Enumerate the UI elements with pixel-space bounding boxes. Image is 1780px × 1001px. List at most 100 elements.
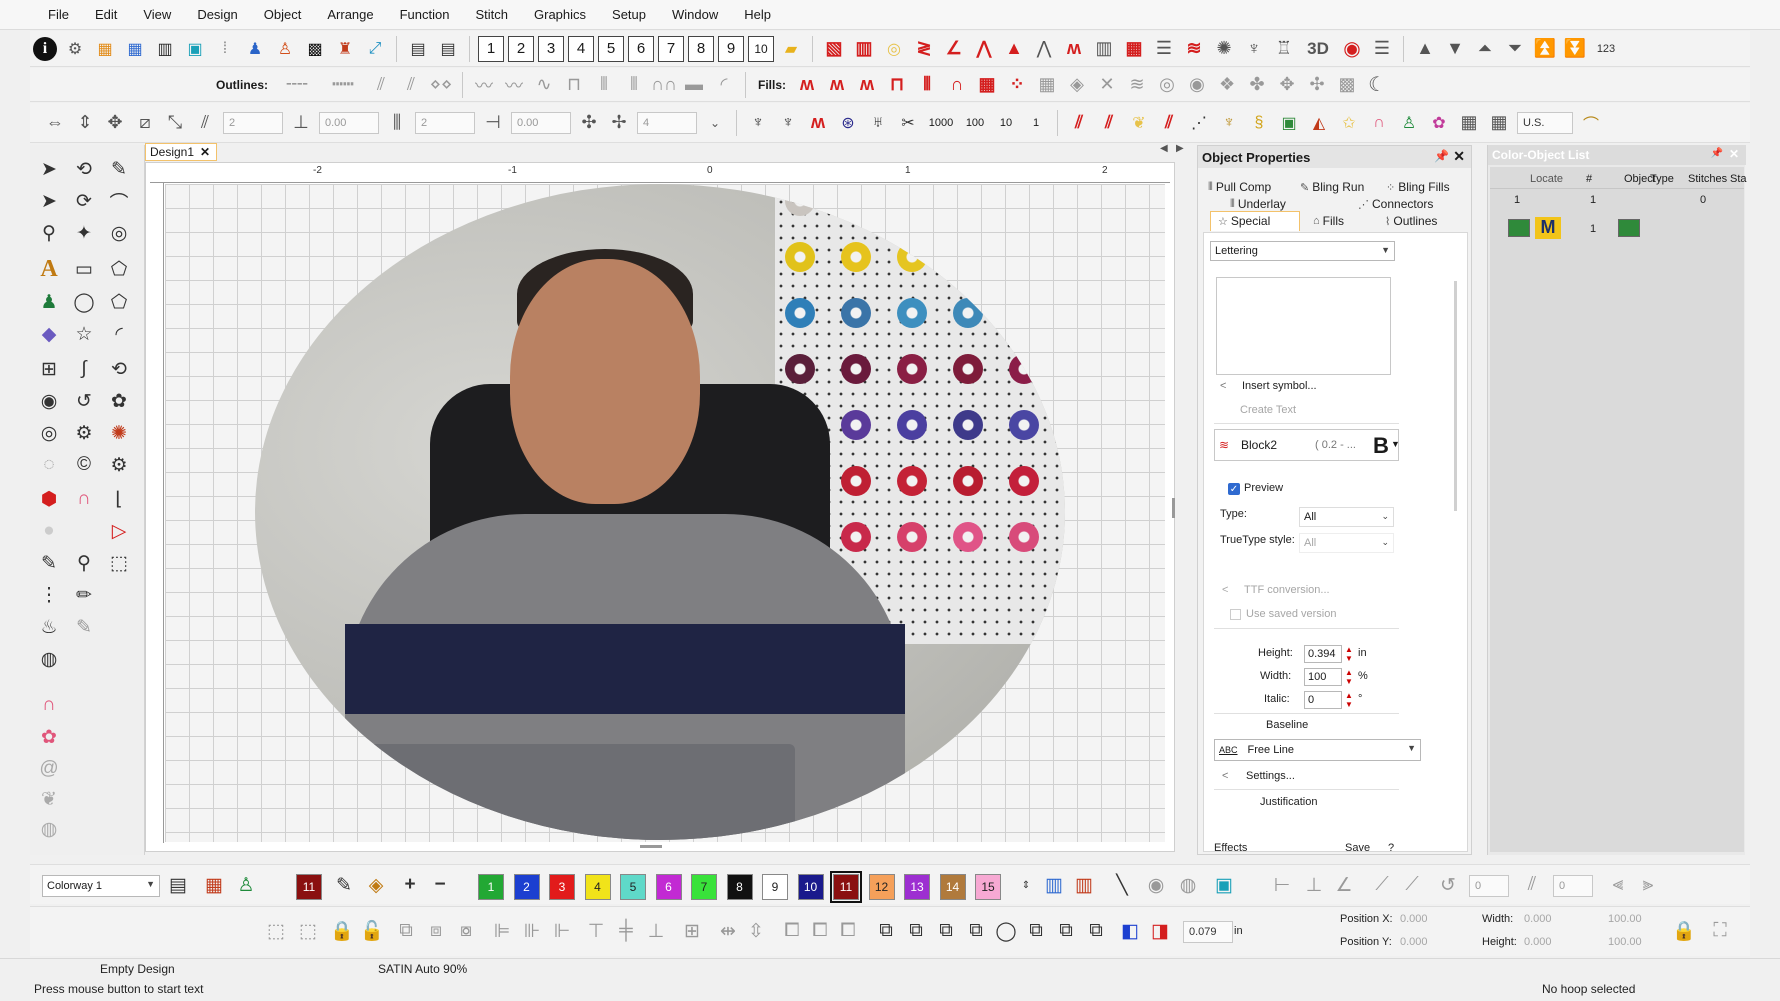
stitch-peak-icon[interactable]: ⋀: [972, 37, 996, 61]
fill-pattern3-icon[interactable]: ✥: [1275, 73, 1299, 97]
fill-comb-icon[interactable]: ⊓: [885, 73, 909, 97]
fill-waves-icon[interactable]: ≋: [1125, 73, 1149, 97]
tab-scroll-right-icon[interactable]: ▶: [1176, 143, 1184, 154]
ball-icon[interactable]: ●: [35, 517, 63, 545]
hoop-display-icon[interactable]: ▣: [1210, 871, 1238, 899]
font-select[interactable]: ≋ Block2 ( 0.2 - ... B ▼: [1214, 429, 1400, 461]
view-7-button[interactable]: 7: [658, 35, 684, 62]
outline-loop-icon[interactable]: ∩∩: [651, 73, 677, 97]
settings-icon[interactable]: ⚙: [63, 37, 87, 61]
slant-icon[interactable]: ⫽: [193, 111, 217, 135]
circle-dotted-icon[interactable]: ◌: [35, 451, 63, 479]
stitch-peak2-icon[interactable]: ▲: [1002, 37, 1026, 61]
close-panel-icon[interactable]: ✕: [1729, 147, 1739, 161]
bottle-icon[interactable]: ♨: [35, 613, 63, 641]
outline-bars-icon[interactable]: ⦀: [592, 73, 616, 97]
info-icon[interactable]: i: [33, 36, 57, 61]
row-spacing-field[interactable]: 0.00: [511, 111, 571, 134]
loop-icon[interactable]: ↺: [70, 387, 98, 415]
outline-wave3-icon[interactable]: ∿: [532, 73, 556, 97]
spiral-icon[interactable]: ⟲: [105, 355, 133, 383]
close-tab-icon[interactable]: ✕: [200, 145, 210, 159]
height-input[interactable]: 0.394: [1304, 645, 1342, 663]
fill-target-icon[interactable]: ◉: [1185, 73, 1209, 97]
horseshoe-tool-icon[interactable]: ∩: [70, 485, 98, 513]
fill-pattern2-icon[interactable]: ✤: [1245, 73, 1269, 97]
menu-stitch[interactable]: Stitch: [475, 7, 508, 22]
ungroup-icon[interactable]: ⧉: [392, 917, 420, 945]
sheet-icon[interactable]: ▤: [406, 37, 430, 61]
skew-icon[interactable]: ⧄: [133, 111, 157, 135]
width-spinner-icon[interactable]: ▲ ▼: [1344, 668, 1354, 686]
outline-arc-icon[interactable]: ◜: [712, 73, 736, 97]
palette-bars-icon[interactable]: ▤: [164, 871, 192, 899]
view-3d-button[interactable]: 3D: [1302, 37, 1334, 61]
stitch-feather-icon[interactable]: ≋: [1182, 37, 1206, 61]
transform-icon[interactable]: ⤢: [363, 37, 387, 61]
brush-icon[interactable]: ✎: [70, 613, 98, 641]
align-bottom-icon[interactable]: ⊥: [642, 917, 670, 945]
thread-chart-icon[interactable]: ▦: [200, 871, 228, 899]
thread-sort-icon[interactable]: ▥: [1070, 871, 1098, 899]
angle-tool-icon[interactable]: ∠: [1330, 871, 1358, 899]
fill-pattern4-icon[interactable]: ✣: [1305, 73, 1329, 97]
use-saved-version-checkbox[interactable]: [1230, 609, 1241, 620]
create-text-button[interactable]: Create Text: [1240, 404, 1296, 416]
measure-icon[interactable]: ⊥: [1300, 871, 1328, 899]
align-middle-icon[interactable]: ╪: [612, 917, 640, 945]
mirror-h-icon[interactable]: ⇔: [43, 111, 67, 135]
outline-wave-icon[interactable]: 〰: [472, 73, 496, 97]
thread-icon[interactable]: ⊛: [836, 111, 860, 135]
view-10-button[interactable]: 10: [748, 35, 774, 62]
ellipse-tool-icon[interactable]: ◎: [105, 219, 133, 247]
column-locate[interactable]: Locate: [1530, 173, 1563, 185]
thread-swatch-9[interactable]: 9: [762, 874, 788, 900]
view-5-button[interactable]: 5: [598, 35, 624, 62]
menu-window[interactable]: Window: [672, 7, 718, 22]
arrow-down2-icon[interactable]: ⏷: [1503, 37, 1527, 61]
height-percent[interactable]: 100.00: [1608, 936, 1642, 948]
center-icon[interactable]: ⊞: [678, 917, 706, 945]
step-100-button[interactable]: 100: [962, 111, 988, 135]
color-sequence-icon[interactable]: ◧: [1116, 917, 1144, 945]
arrow-bottom-icon[interactable]: ⏬: [1563, 37, 1587, 61]
text-tool-icon[interactable]: A: [35, 255, 63, 283]
column-type[interactable]: Type: [1650, 173, 1674, 185]
wand2-icon[interactable]: ⟋: [1398, 871, 1426, 899]
spacing-field[interactable]: 0.00: [319, 111, 379, 134]
shape-merge-icon[interactable]: ⧉: [872, 917, 900, 945]
distort-icon[interactable]: ⫷: [1604, 871, 1632, 899]
fill-loops-icon[interactable]: ∩: [945, 73, 969, 97]
pen-icon[interactable]: ✎: [105, 155, 133, 183]
fill-zigzag2-icon[interactable]: ʍ: [825, 73, 849, 97]
leaf-icon[interactable]: ❦: [1127, 111, 1151, 135]
stitch-star-icon[interactable]: ✺: [1212, 37, 1236, 61]
globe-tool-icon[interactable]: ◍: [35, 645, 63, 673]
sheet-edit-icon[interactable]: ▤: [436, 37, 460, 61]
align-center-icon[interactable]: ⊪: [518, 917, 546, 945]
outline-slant2-icon[interactable]: ⫽: [399, 73, 423, 97]
arrow-up2-icon[interactable]: ⏶: [1473, 37, 1497, 61]
view-8-button[interactable]: 8: [688, 35, 714, 62]
thread-swatch-6[interactable]: 6: [655, 874, 682, 900]
view-6-button[interactable]: 6: [628, 35, 654, 62]
height-spinner-icon[interactable]: ▲ ▼: [1344, 645, 1354, 663]
fill-grid-icon[interactable]: ▦: [975, 73, 999, 97]
thread-swatch-4[interactable]: 4: [584, 874, 611, 900]
menu-object[interactable]: Object: [264, 7, 302, 22]
menu-arrange[interactable]: Arrange: [327, 7, 373, 22]
satin-icon[interactable]: ⫽: [1067, 111, 1091, 135]
arrow-top-icon[interactable]: ⏫: [1533, 37, 1557, 61]
truetype-style-select[interactable]: All ⌄: [1299, 533, 1394, 553]
flower-pink-icon[interactable]: ✿: [35, 723, 63, 751]
magic-wand-icon[interactable]: ⚲: [35, 219, 63, 247]
array-count-field[interactable]: 4: [637, 111, 697, 134]
qr-icon[interactable]: ▩: [303, 37, 327, 61]
baseline-select[interactable]: ABC Free Line ▼: [1214, 739, 1421, 761]
type-select[interactable]: All ⌄: [1299, 507, 1394, 527]
shape-overlap2-icon[interactable]: ⧉: [1052, 917, 1080, 945]
distribute-v-icon[interactable]: ⇳: [742, 917, 770, 945]
stitch-angle-icon[interactable]: ∠: [942, 37, 966, 61]
select-arrow-icon[interactable]: ➤: [35, 155, 63, 183]
stitch-hatch-icon[interactable]: ▧: [822, 37, 846, 61]
